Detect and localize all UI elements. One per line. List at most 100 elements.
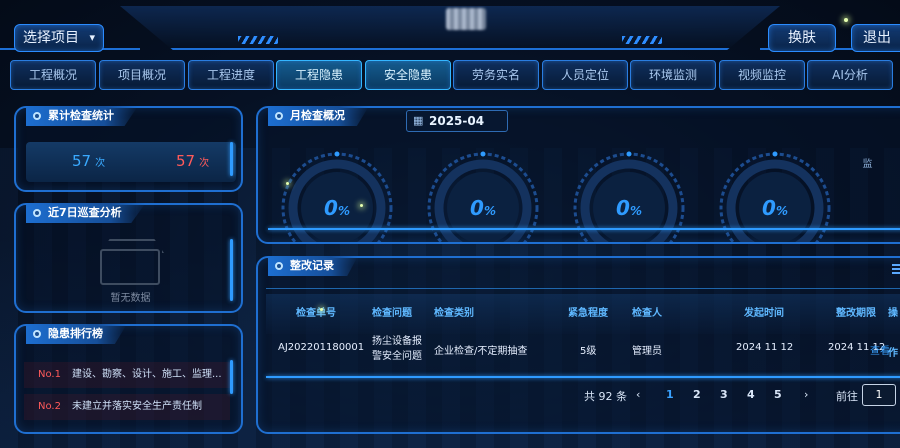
gauge-value: 0% bbox=[470, 196, 496, 220]
goto-label: 前往 bbox=[836, 390, 858, 403]
glow-particle bbox=[844, 18, 848, 22]
title-dot-icon bbox=[33, 209, 41, 217]
cell-start-time: 2024 11 12 bbox=[736, 342, 794, 353]
page-5[interactable]: 5 bbox=[774, 388, 782, 401]
tab-progress[interactable]: 工程进度 bbox=[188, 60, 274, 90]
rectification-title-text: 整改记录 bbox=[290, 259, 334, 272]
tab-ai-analysis[interactable]: AI分析 bbox=[807, 60, 893, 90]
ranking-number: No.1 bbox=[38, 369, 61, 380]
tab-project-overview[interactable]: 工程概况 bbox=[10, 60, 96, 90]
column-header: 检查问题 bbox=[372, 308, 412, 319]
ranking-title: 隐患排行榜 bbox=[26, 324, 127, 344]
seven-day-title: 近7日巡查分析 bbox=[26, 203, 146, 223]
cumulative-panel: 累计检查统计 57 次 57 次 bbox=[14, 106, 243, 192]
exit-button[interactable]: 退出 bbox=[851, 24, 900, 52]
column-header: 检查人 bbox=[632, 308, 662, 319]
tab-labor-realname[interactable]: 劳务实名 bbox=[453, 60, 539, 90]
cumulative-title: 累计检查统计 bbox=[26, 106, 138, 126]
ranking-number: No.2 bbox=[38, 401, 61, 412]
rectification-title: 整改记录 bbox=[268, 256, 358, 276]
count-a-value: 57 bbox=[72, 152, 92, 170]
header-stripes-right bbox=[622, 36, 662, 44]
count-a-unit: 次 bbox=[95, 158, 106, 169]
row-divider bbox=[266, 376, 900, 378]
column-header: 检查类别 bbox=[434, 308, 474, 319]
monthly-title: 月检查概况 bbox=[268, 106, 369, 126]
main-nav: 工程概况 项目概况 工程进度 工程隐患 安全隐患 劳务实名 人员定位 环境监测 … bbox=[10, 60, 900, 92]
seven-day-title-text: 近7日巡查分析 bbox=[48, 206, 122, 219]
goto-page-input[interactable]: 1 bbox=[862, 384, 896, 406]
tab-environment[interactable]: 环境监测 bbox=[630, 60, 716, 90]
next-page-button[interactable]: › bbox=[804, 388, 808, 401]
ranking-text: 未建立并落实安全生产责任制 bbox=[72, 401, 202, 412]
table-header: 检查单号 检查问题 检查类别 紧急程度 检查人 发起时间 整改期限 操作 bbox=[266, 294, 900, 359]
title-dot-icon bbox=[275, 112, 283, 120]
gauge-value: 0% bbox=[616, 196, 642, 220]
seven-day-panel: 近7日巡查分析 暂无数据 bbox=[14, 203, 243, 313]
empty-text: 暂无数据 bbox=[110, 293, 151, 304]
prev-page-button[interactable]: ‹ bbox=[636, 388, 640, 401]
month-picker[interactable]: ▦ 2025-04 bbox=[406, 110, 508, 132]
calendar-icon: ▦ bbox=[413, 114, 424, 127]
seven-day-scrollbar[interactable] bbox=[230, 239, 233, 301]
header: 选择项目 ▾ 换肤 退出 bbox=[0, 0, 900, 58]
header-stripes-left bbox=[238, 36, 278, 44]
pagination-total: 共 92 条 bbox=[584, 390, 627, 403]
tab-video[interactable]: 视频监控 bbox=[719, 60, 805, 90]
ranking-scrollbar[interactable] bbox=[230, 360, 233, 394]
cumulative-count-blue: 57 次 bbox=[72, 152, 105, 170]
cell-problem: 扬尘设备报警安全问题 bbox=[372, 336, 422, 362]
glow-particle bbox=[360, 204, 363, 207]
cumulative-stats-box: 57 次 57 次 bbox=[26, 142, 236, 182]
cell-id: AJ202201180001 bbox=[278, 342, 365, 353]
rectification-divider bbox=[266, 288, 900, 289]
column-header: 检查单号 bbox=[296, 308, 336, 319]
gauge-value: 0% bbox=[324, 196, 350, 220]
title-dot-icon bbox=[33, 112, 41, 120]
project-select[interactable]: 选择项目 ▾ bbox=[14, 24, 104, 52]
glow-particle bbox=[286, 182, 289, 185]
column-header: 发起时间 bbox=[744, 308, 784, 319]
glow-particle bbox=[320, 308, 323, 311]
page-2[interactable]: 2 bbox=[693, 388, 701, 401]
ranking-item[interactable]: No.1 建设、勘察、设计、施工、监理... bbox=[24, 362, 230, 388]
monthly-divider bbox=[268, 228, 900, 230]
monthly-panel: 月检查概况 ▦ 2025-04 0% 0% 0% 0% 监 bbox=[256, 106, 900, 244]
column-header: 紧急程度 bbox=[568, 308, 608, 319]
tab-safety-hazard[interactable]: 安全隐患 bbox=[365, 60, 451, 90]
page-4[interactable]: 4 bbox=[747, 388, 755, 401]
title-dot-icon bbox=[33, 330, 41, 338]
tab-item-overview[interactable]: 项目概况 bbox=[99, 60, 185, 90]
empty-box-icon bbox=[100, 249, 160, 285]
chevron-down-icon: ▾ bbox=[89, 31, 95, 44]
blurred-logo bbox=[446, 8, 486, 30]
pagination: 共 92 条 ‹ 1 2 3 4 5 › 前往 1 bbox=[258, 384, 900, 408]
ranking-panel: 隐患排行榜 No.1 建设、勘察、设计、施工、监理... No.2 未建立并落实安全… bbox=[14, 324, 243, 434]
cumulative-title-text: 累计检查统计 bbox=[48, 109, 114, 122]
page-1[interactable]: 1 bbox=[666, 388, 674, 401]
cell-category: 企业检查/不定期抽查 bbox=[434, 346, 528, 357]
column-header: 操作 bbox=[888, 308, 898, 359]
view-link[interactable]: 查看 bbox=[870, 342, 890, 357]
column-header: 整改期限 bbox=[836, 308, 876, 319]
cumulative-count-red: 57 次 bbox=[176, 152, 209, 170]
project-select-label: 选择项目 bbox=[23, 30, 79, 46]
ranking-text: 建设、勘察、设计、施工、监理... bbox=[72, 369, 222, 380]
tab-project-hazard[interactable]: 工程隐患 bbox=[276, 60, 362, 90]
monthly-side-label: 监 bbox=[860, 158, 871, 168]
cumulative-scrollbar[interactable] bbox=[230, 142, 233, 176]
count-b-value: 57 bbox=[176, 152, 196, 170]
title-dot-icon bbox=[275, 262, 283, 270]
gauge-value: 0% bbox=[762, 196, 788, 220]
tab-personnel-location[interactable]: 人员定位 bbox=[542, 60, 628, 90]
ranking-title-text: 隐患排行榜 bbox=[48, 327, 103, 340]
month-value: 2025-04 bbox=[429, 114, 485, 128]
cell-inspector: 管理员 bbox=[632, 346, 662, 357]
page-3[interactable]: 3 bbox=[720, 388, 728, 401]
count-b-unit: 次 bbox=[199, 158, 210, 169]
skin-button[interactable]: 换肤 bbox=[768, 24, 836, 52]
cell-urgency: 5级 bbox=[580, 346, 597, 357]
monthly-title-text: 月检查概况 bbox=[290, 109, 345, 122]
menu-icon[interactable] bbox=[892, 264, 900, 274]
ranking-item[interactable]: No.2 未建立并落实安全生产责任制 bbox=[24, 394, 230, 420]
